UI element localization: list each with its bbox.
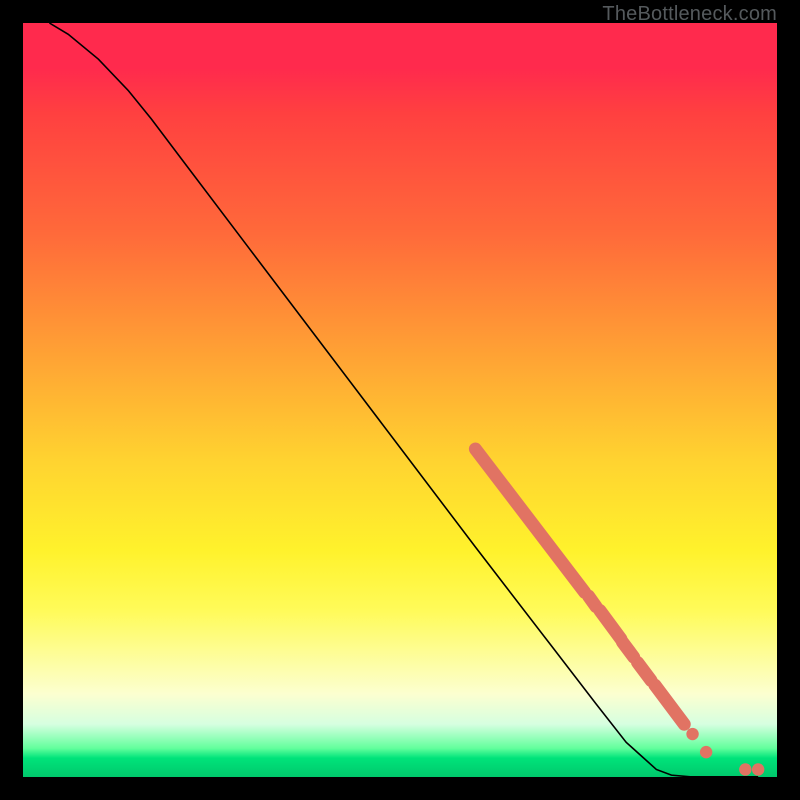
heavy-segment <box>475 449 584 592</box>
chart-svg <box>23 23 777 777</box>
scatter-marker <box>752 763 764 775</box>
scatter-markers <box>686 728 764 776</box>
scatter-marker <box>686 728 698 740</box>
scatter-marker <box>739 763 751 775</box>
heavy-segment <box>638 662 652 680</box>
heavy-segment <box>655 685 684 724</box>
heavy-segment <box>600 610 621 639</box>
scatter-marker <box>700 746 712 758</box>
chart-stage: TheBottleneck.com <box>0 0 800 800</box>
plot-area <box>23 23 777 777</box>
heavy-segment <box>589 596 597 607</box>
heavy-segment <box>622 642 633 657</box>
curve-line <box>49 23 758 777</box>
